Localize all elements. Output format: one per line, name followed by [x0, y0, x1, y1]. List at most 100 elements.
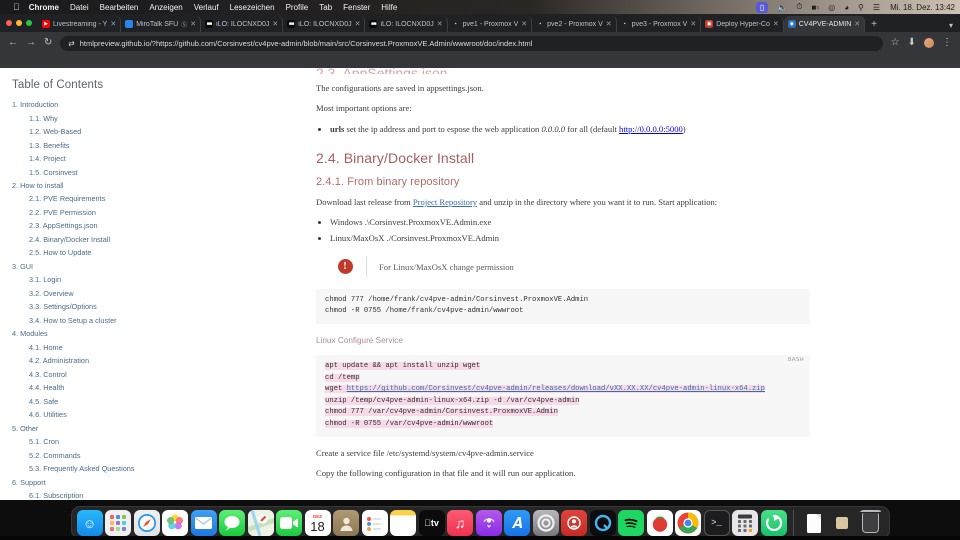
toc-item-how-to-install[interactable]: 2. How to install: [10, 179, 154, 192]
menu-item-fenster[interactable]: Fenster: [343, 3, 370, 12]
tab-close-icon[interactable]: ✕: [854, 20, 860, 28]
menu-item-tab[interactable]: Tab: [319, 3, 332, 12]
tab-mirotalk[interactable]: MiroTalk SFU Ⓢ ✕: [121, 16, 202, 32]
toc-link[interactable]: 5.2. Commands: [29, 451, 81, 460]
toc-link[interactable]: 1.2. Web-Based: [29, 127, 81, 136]
toc-item-introduction[interactable]: 1. Introduction: [10, 98, 154, 111]
toc-link[interactable]: 3.4. How to Setup a cluster: [29, 316, 117, 325]
toc-item-appsettings-json[interactable]: 2.3. AppSettings.json: [10, 219, 154, 232]
menu-item-anzeigen[interactable]: Anzeigen: [149, 3, 182, 12]
tab-close-icon[interactable]: ✕: [437, 20, 443, 28]
toc-link[interactable]: 6. Support: [12, 478, 46, 487]
apple-menu-icon[interactable]: : [13, 2, 20, 12]
tab-close-icon[interactable]: ✕: [690, 20, 696, 28]
toc-item-gui[interactable]: 3. GUI: [10, 260, 154, 273]
toc-link[interactable]: 2.2. PVE Permission: [29, 208, 96, 217]
toc-link[interactable]: 5.1. Cron: [29, 437, 59, 446]
tab-pve1[interactable]: ⋆ pve1 - Proxmox V ✕: [448, 16, 533, 32]
battery-icon[interactable]: ■▫: [812, 3, 820, 12]
toc-item-cron[interactable]: 5.1. Cron: [10, 435, 154, 448]
toc-item-benefits[interactable]: 1.3. Benefits: [10, 138, 154, 151]
toc-item-project[interactable]: 1.4. Project: [10, 152, 154, 165]
toc-item-setup-cluster[interactable]: 3.4. How to Setup a cluster: [10, 314, 154, 327]
tab-close-icon[interactable]: ✕: [272, 20, 278, 28]
back-arrow-icon[interactable]: ←: [8, 38, 18, 48]
dock-item-facetime[interactable]: [276, 510, 302, 536]
chevron-down-icon[interactable]: ▾: [949, 21, 960, 32]
tab-close-icon[interactable]: ✕: [773, 20, 779, 28]
dock-item-contacts[interactable]: [333, 510, 359, 536]
tab-pve2[interactable]: ⋆ pve2 - Proxmox V ✕: [532, 16, 617, 32]
code-block-bash-install[interactable]: BASH apt update && apt install unzip wge…: [316, 354, 810, 437]
toc-item-settings-options[interactable]: 3.3. Settings/Options: [10, 300, 154, 313]
reload-icon[interactable]: ↻: [44, 38, 52, 48]
dock-item-green-app[interactable]: [760, 510, 787, 538]
toc-item-corsinvest[interactable]: 1.5. Corsinvest: [10, 165, 154, 178]
dock-item-system-settings[interactable]: [532, 510, 559, 536]
toc-link[interactable]: 1.5. Corsinvest: [29, 168, 78, 177]
toc-link[interactable]: 4.5. Safe: [29, 397, 58, 406]
toc-link[interactable]: 2.4. Binary/Docker Install: [29, 235, 110, 244]
link-default-url[interactable]: http://0.0.0.0:5000: [619, 124, 683, 134]
minimize-button[interactable]: [16, 20, 22, 26]
profile-avatar[interactable]: [924, 38, 934, 48]
control-center-icon[interactable]: ☰: [873, 3, 880, 12]
toc-link[interactable]: 2.1. PVE Requirements: [29, 194, 105, 203]
toc-item-binary-docker-install[interactable]: 2.4. Binary/Docker Install: [10, 233, 154, 246]
dock-item-tomato[interactable]: [646, 510, 673, 538]
toc-link[interactable]: 5. Other: [12, 424, 38, 433]
volume-icon[interactable]: 🔈: [777, 3, 787, 12]
toc-item-commands[interactable]: 5.2. Commands: [10, 449, 154, 462]
menu-item-chrome[interactable]: Chrome: [29, 3, 59, 12]
menu-item-bearbeiten[interactable]: Bearbeiten: [100, 3, 139, 12]
airdrop-icon[interactable]: ◎: [828, 3, 835, 12]
dock-item-document-file[interactable]: [801, 510, 827, 536]
dock-item-red-app[interactable]: [561, 510, 587, 536]
address-bar[interactable]: ⇄ htmlpreview.github.io/?https://github.…: [60, 35, 883, 51]
code-link-download-url[interactable]: https://github.com/Corsinvest/cv4pve-adm…: [347, 385, 765, 393]
toc-item-overview[interactable]: 3.2. Overview: [10, 287, 154, 300]
toc-item-home[interactable]: 4.1. Home: [10, 341, 154, 354]
toc-item-modules[interactable]: 4. Modules: [10, 327, 154, 340]
screen-share-icon[interactable]: ▯: [755, 1, 769, 13]
tab-ilo-2[interactable]: ■■ iLO: ILOCNXD0J ✕: [283, 16, 366, 32]
toc-link[interactable]: 3. GUI: [12, 262, 33, 271]
toc-link[interactable]: 2.5. How to Update: [29, 248, 91, 257]
dock-item-appstore[interactable]: 𝑨: [504, 510, 530, 536]
toc-link[interactable]: 4. Modules: [12, 329, 48, 338]
dock-item-podcasts[interactable]: [475, 510, 502, 536]
toc-link[interactable]: 1.4. Project: [29, 154, 66, 163]
dock-item-music[interactable]: ♫: [447, 510, 473, 536]
dock-item-messages[interactable]: [219, 510, 245, 536]
download-icon[interactable]: ⬇: [908, 38, 916, 48]
close-button[interactable]: [6, 20, 12, 26]
menu-item-profile[interactable]: Profile: [286, 3, 309, 12]
toc-item-safe[interactable]: 4.5. Safe: [10, 395, 154, 408]
kebab-menu-icon[interactable]: ⋮: [942, 38, 952, 48]
toc-link[interactable]: 2.3. AppSettings.json: [29, 221, 98, 230]
tab-mute-icon[interactable]: Ⓢ: [181, 20, 187, 29]
toc-link[interactable]: 4.1. Home: [29, 343, 63, 352]
toc-item-how-to-update[interactable]: 2.5. How to Update: [10, 246, 154, 259]
link-project-repository[interactable]: Project Repository: [413, 197, 477, 207]
dock-item-notes[interactable]: [390, 510, 416, 536]
toc-link[interactable]: 5.3. Frequently Asked Questions: [29, 464, 134, 473]
dock-item-photos[interactable]: [162, 510, 188, 536]
tab-close-icon[interactable]: ✕: [190, 20, 196, 28]
dock-item-stack-file[interactable]: [829, 510, 855, 536]
toc-item-control[interactable]: 4.3. Control: [10, 368, 154, 381]
toc-link[interactable]: 4.3. Control: [29, 370, 67, 379]
maximize-button[interactable]: [26, 20, 32, 26]
site-info-icon[interactable]: ⇄: [68, 39, 74, 48]
toc-link[interactable]: 1.1. Why: [29, 114, 58, 123]
tab-ilo-1[interactable]: ■■ iLO: ILOCNXD0J ✕: [201, 16, 284, 32]
toc-link[interactable]: 6.1. Subscription: [29, 491, 83, 500]
menubar-clock[interactable]: Mi. 18. Dez. 13:42: [890, 3, 955, 12]
toc-item-health[interactable]: 4.4. Health: [10, 381, 154, 394]
wifi-icon[interactable]: ◕: [844, 3, 849, 12]
toc-link[interactable]: 3.1. Login: [29, 275, 61, 284]
dock-item-finder[interactable]: ☺: [76, 510, 103, 538]
code-block-chmod[interactable]: chmod 777 /home/frank/cv4pve-admin/Corsi…: [316, 288, 810, 324]
toc-item-pve-requirements[interactable]: 2.1. PVE Requirements: [10, 192, 154, 205]
dock-item-terminal[interactable]: >_: [703, 510, 730, 538]
